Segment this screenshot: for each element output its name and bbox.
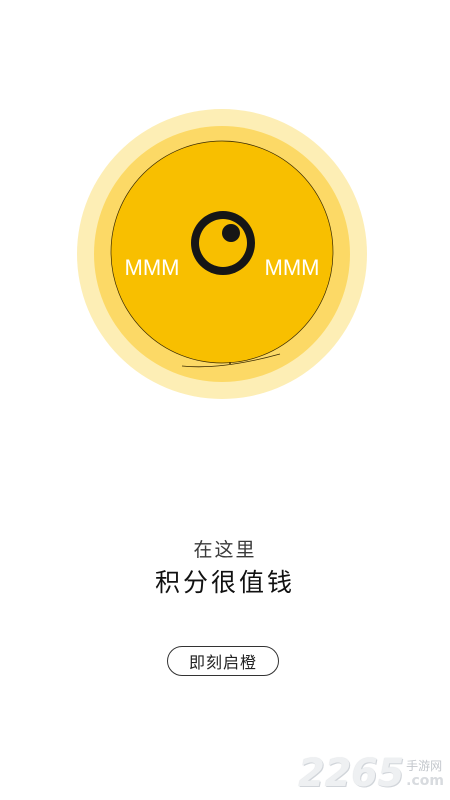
watermark-domain: .com <box>406 773 444 789</box>
zigzag-left: MMM <box>125 255 180 280</box>
start-button[interactable]: 即刻启橙 <box>167 646 279 676</box>
eye-iris <box>199 219 247 267</box>
eye-pupil <box>222 224 240 242</box>
watermark: 2265 手游网 .com <box>298 754 444 792</box>
mascot-graphic: MMM MMM <box>77 109 367 399</box>
watermark-chinese: 手游网 <box>406 759 443 773</box>
subtitle: 在这里 <box>193 539 257 561</box>
disc-dot <box>229 362 231 364</box>
watermark-number: 2265 <box>298 751 405 795</box>
watermark-side: 手游网 .com <box>406 759 444 789</box>
zigzag-right: MMM <box>265 255 320 280</box>
page-title: 积分很值钱 <box>154 568 295 597</box>
hero-logo: MMM MMM <box>72 104 372 404</box>
